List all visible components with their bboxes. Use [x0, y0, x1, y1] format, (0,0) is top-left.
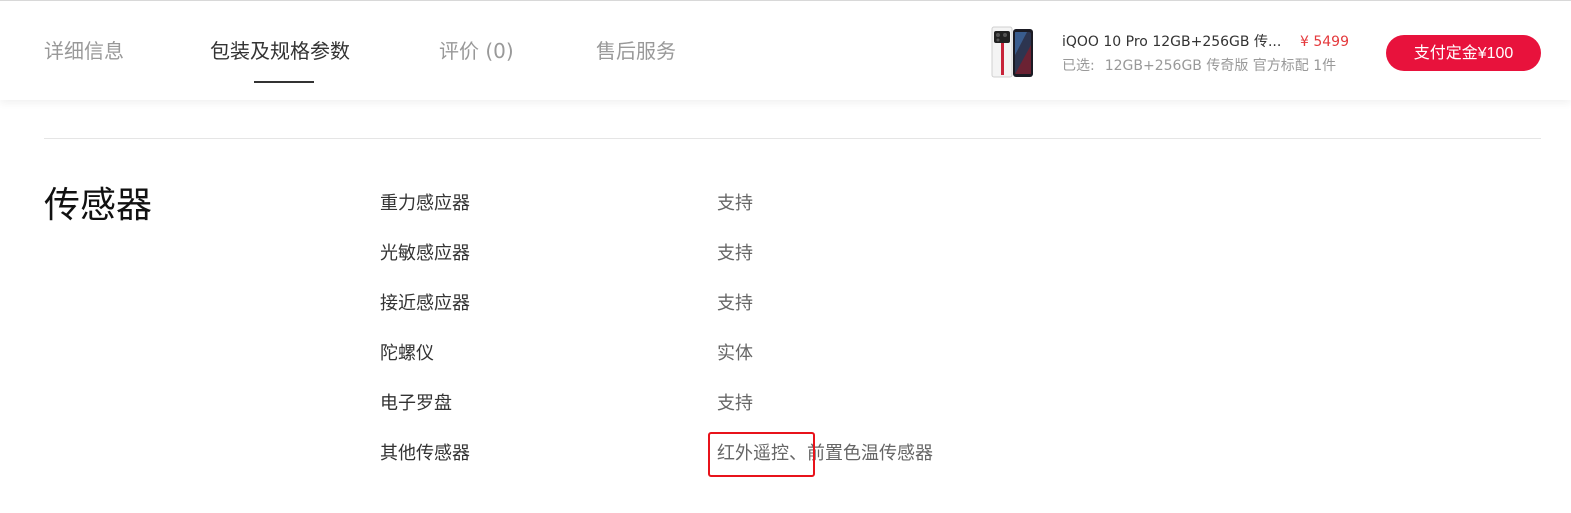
product-price: ¥ 5499 [1300, 34, 1349, 50]
spec-row: 电子罗盘 支持 [0, 389, 1571, 419]
pay-deposit-button[interactable]: 支付定金¥100 [1386, 35, 1541, 71]
spec-row: 接近感应器 支持 [0, 289, 1571, 319]
spec-label: 其他传感器 [380, 443, 470, 464]
spec-value: 支持 [717, 393, 753, 414]
spec-label: 陀螺仪 [380, 343, 434, 364]
phone-thumbnail-icon [990, 25, 1036, 79]
active-tab-underline [254, 81, 314, 83]
spec-label: 重力感应器 [380, 193, 470, 214]
spec-row: 重力感应器 支持 [0, 189, 1571, 219]
spec-value: 支持 [717, 293, 753, 314]
spec-value-rest: 前置色温传感器 [807, 443, 933, 464]
selected-prefix: 已选: [1062, 58, 1095, 74]
sticky-tab-bar: 详细信息 包装及规格参数 评价 (0) 售后服务 iQOO 10 Pro 12G… [0, 0, 1571, 100]
tab-reviews[interactable]: 评价 (0) [439, 37, 514, 65]
spec-label: 电子罗盘 [380, 393, 452, 414]
tab-packaging-specs[interactable]: 包装及规格参数 [210, 37, 350, 65]
spec-value: 支持 [717, 243, 753, 264]
spec-value: 红外遥控、前置色温传感器 [708, 432, 933, 477]
tab-details[interactable]: 详细信息 [44, 37, 124, 65]
spec-value: 实体 [717, 343, 753, 364]
spec-label: 接近感应器 [380, 293, 470, 314]
spec-row: 陀螺仪 实体 [0, 339, 1571, 369]
selected-options: 已选: 12GB+256GB 传奇版 官方标配 1件 [1062, 56, 1336, 76]
spec-value: 支持 [717, 193, 753, 214]
section-divider [44, 138, 1541, 139]
spec-row: 其他传感器 红外遥控、前置色温传感器 [0, 432, 1571, 477]
highlighted-value: 红外遥控、 [708, 432, 815, 477]
spec-row: 光敏感应器 支持 [0, 239, 1571, 269]
spec-label: 光敏感应器 [380, 243, 470, 264]
selected-value: 12GB+256GB 传奇版 官方标配 1件 [1104, 58, 1337, 74]
tab-after-sales[interactable]: 售后服务 [596, 37, 676, 65]
product-name: iQOO 10 Pro 12GB+256GB 传... [1062, 34, 1282, 50]
